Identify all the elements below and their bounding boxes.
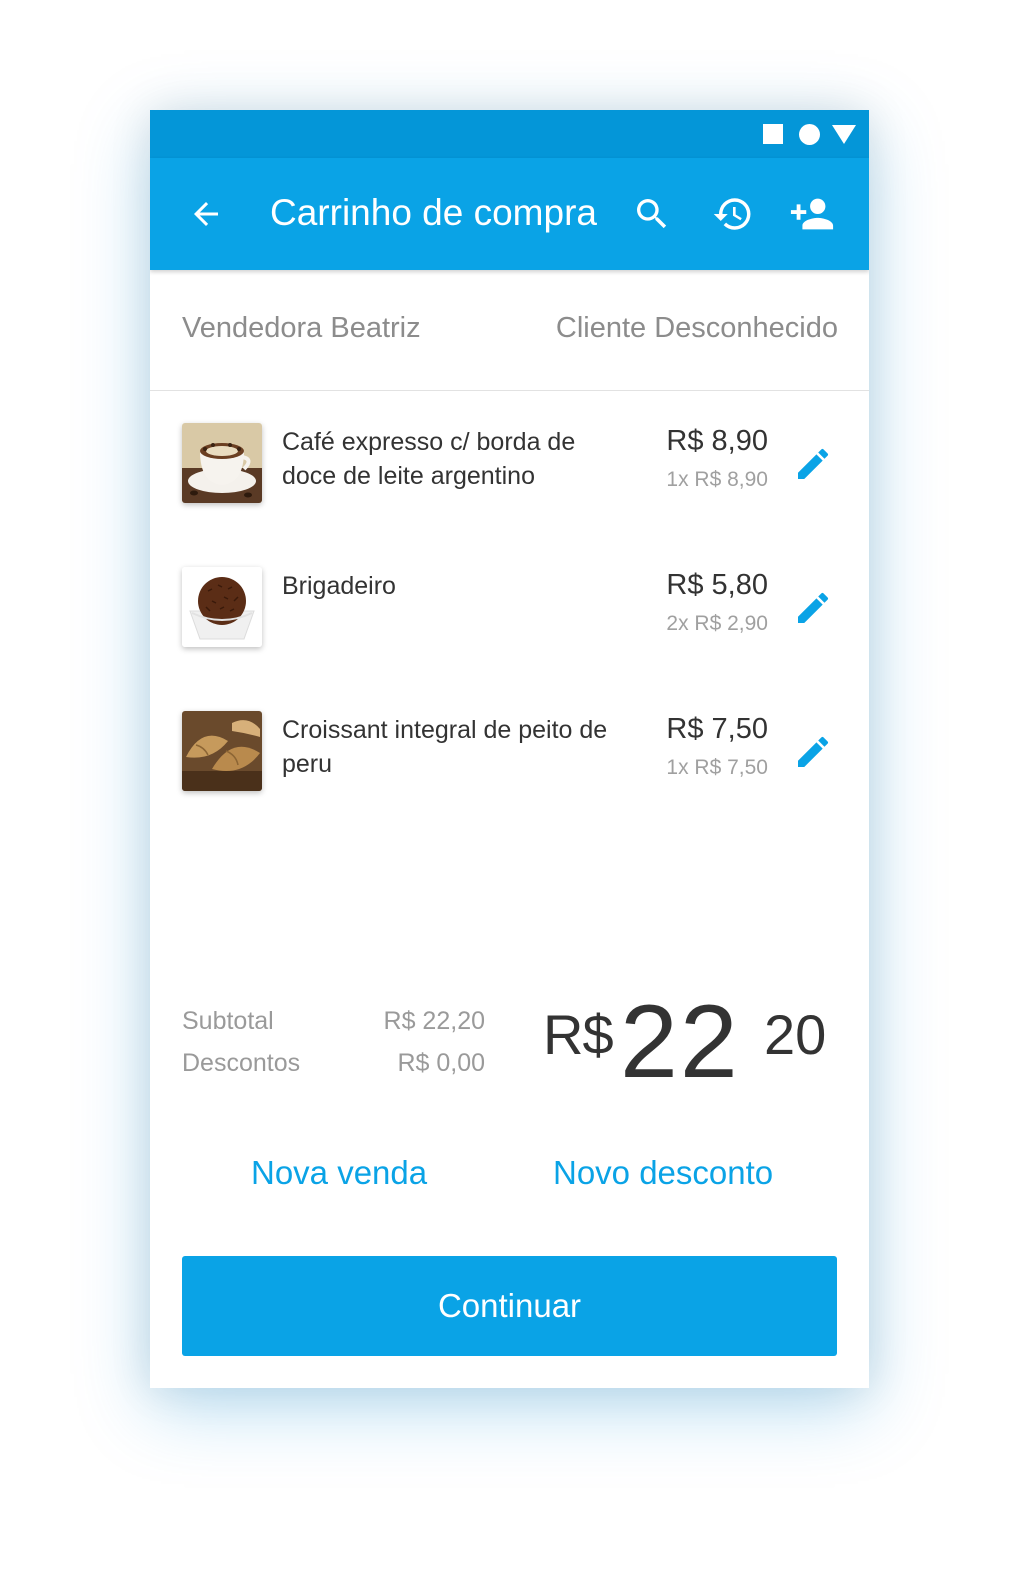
search-icon[interactable] bbox=[628, 190, 676, 238]
discount-label: Descontos bbox=[182, 1049, 301, 1077]
item-total: R$ 8,90 bbox=[666, 425, 768, 457]
cart-item[interactable]: Brigadeiro R$ 5,80 2x R$ 2,90 bbox=[150, 567, 869, 667]
phone-screen: Carrinho de compra Vendedora Beatriz Cli… bbox=[150, 110, 869, 1388]
arrow-back-icon[interactable] bbox=[182, 190, 230, 238]
item-unit-price: 1x R$ 8,90 bbox=[666, 468, 768, 491]
coffee-cup-image bbox=[182, 423, 262, 503]
app-bar: Carrinho de compra bbox=[150, 158, 869, 270]
client-name[interactable]: Cliente Desconhecido bbox=[556, 312, 838, 345]
sale-parties: Vendedora Beatriz Cliente Desconhecido bbox=[150, 270, 869, 391]
total-cents: 20 bbox=[764, 1003, 827, 1066]
new-sale-button[interactable]: Nova venda bbox=[251, 1154, 427, 1192]
continue-button[interactable]: Continuar bbox=[182, 1256, 837, 1356]
history-icon[interactable] bbox=[709, 190, 757, 238]
new-discount-button[interactable]: Novo desconto bbox=[553, 1154, 773, 1192]
item-total: R$ 7,50 bbox=[666, 713, 768, 745]
circle-icon bbox=[799, 124, 820, 145]
triangle-icon bbox=[832, 125, 856, 144]
pencil-icon[interactable] bbox=[790, 585, 836, 631]
total-integer: 22 bbox=[620, 984, 740, 1100]
croissant-image bbox=[182, 711, 262, 791]
square-icon bbox=[763, 124, 783, 144]
cart-item[interactable]: Café expresso c/ borda de doce de leite … bbox=[150, 423, 869, 523]
subtotal-value: R$ 22,20 bbox=[383, 1007, 485, 1035]
total-currency: R$ bbox=[543, 1003, 614, 1066]
item-name: Café expresso c/ borda de doce de leite … bbox=[282, 428, 576, 490]
page-title: Carrinho de compra bbox=[270, 192, 597, 233]
seller-name[interactable]: Vendedora Beatriz bbox=[182, 312, 421, 345]
item-unit-price: 2x R$ 2,90 bbox=[666, 612, 768, 635]
brigadeiro-image bbox=[182, 567, 262, 647]
item-name: Croissant integral de peito de peru bbox=[282, 716, 608, 778]
pencil-icon[interactable] bbox=[790, 729, 836, 775]
person-add-icon[interactable] bbox=[788, 190, 836, 238]
item-total: R$ 5,80 bbox=[666, 569, 768, 601]
discount-value: R$ 0,00 bbox=[397, 1049, 485, 1077]
item-name: Brigadeiro bbox=[282, 572, 396, 600]
subtotal-label: Subtotal bbox=[182, 1007, 274, 1035]
continue-label: Continuar bbox=[437, 1287, 582, 1324]
pencil-icon[interactable] bbox=[790, 441, 836, 487]
cart-item[interactable]: Croissant integral de peito de peru R$ 7… bbox=[150, 711, 869, 811]
item-unit-price: 1x R$ 7,50 bbox=[666, 756, 768, 779]
status-bar bbox=[150, 110, 869, 158]
